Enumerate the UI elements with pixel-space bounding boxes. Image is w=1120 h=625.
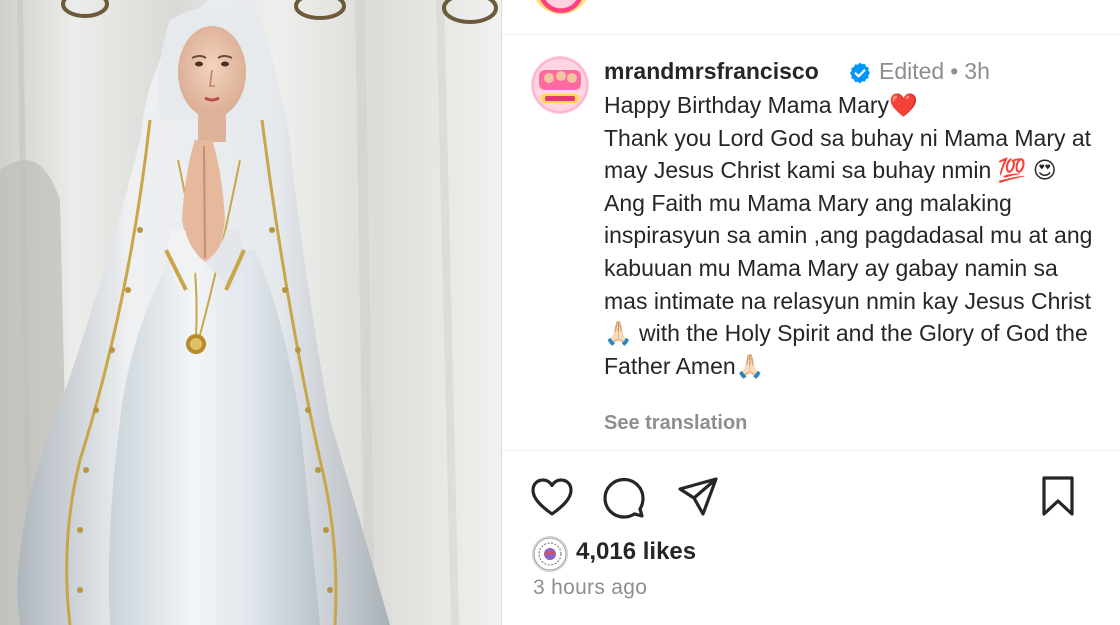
author-avatar[interactable]	[531, 56, 589, 114]
edited-label: Edited	[879, 58, 945, 84]
previous-avatar	[531, 0, 591, 14]
comment-button[interactable]	[602, 476, 646, 520]
bookmark-icon	[1042, 476, 1074, 516]
post-meta: Edited • 3h	[879, 58, 990, 85]
paper-plane-icon	[678, 477, 718, 516]
post-image[interactable]	[0, 0, 501, 625]
likes-count[interactable]: 4,016 likes	[576, 538, 696, 566]
panel-divider	[501, 0, 502, 625]
divider	[502, 34, 1120, 35]
comment-bubble-icon	[603, 477, 645, 519]
seal-logo	[533, 537, 567, 571]
avatar-image	[531, 56, 589, 114]
save-button[interactable]	[1036, 474, 1080, 518]
heart-icon	[531, 478, 573, 516]
share-button[interactable]	[676, 474, 720, 518]
divider	[502, 450, 1120, 451]
verified-badge-icon	[850, 62, 870, 84]
statue-photo	[0, 0, 501, 625]
author-username[interactable]: mrandmrsfrancisco	[604, 58, 819, 85]
liker-avatar[interactable]	[532, 536, 568, 572]
post-age[interactable]: 3h	[964, 58, 990, 84]
see-translation-link[interactable]: See translation	[604, 412, 747, 435]
like-button[interactable]	[530, 476, 574, 520]
post-timestamp[interactable]: 3 hours ago	[533, 576, 647, 600]
post-caption: Happy Birthday Mama Mary❤️ Thank you Lor…	[604, 92, 1093, 379]
meta-separator: •	[950, 58, 959, 84]
